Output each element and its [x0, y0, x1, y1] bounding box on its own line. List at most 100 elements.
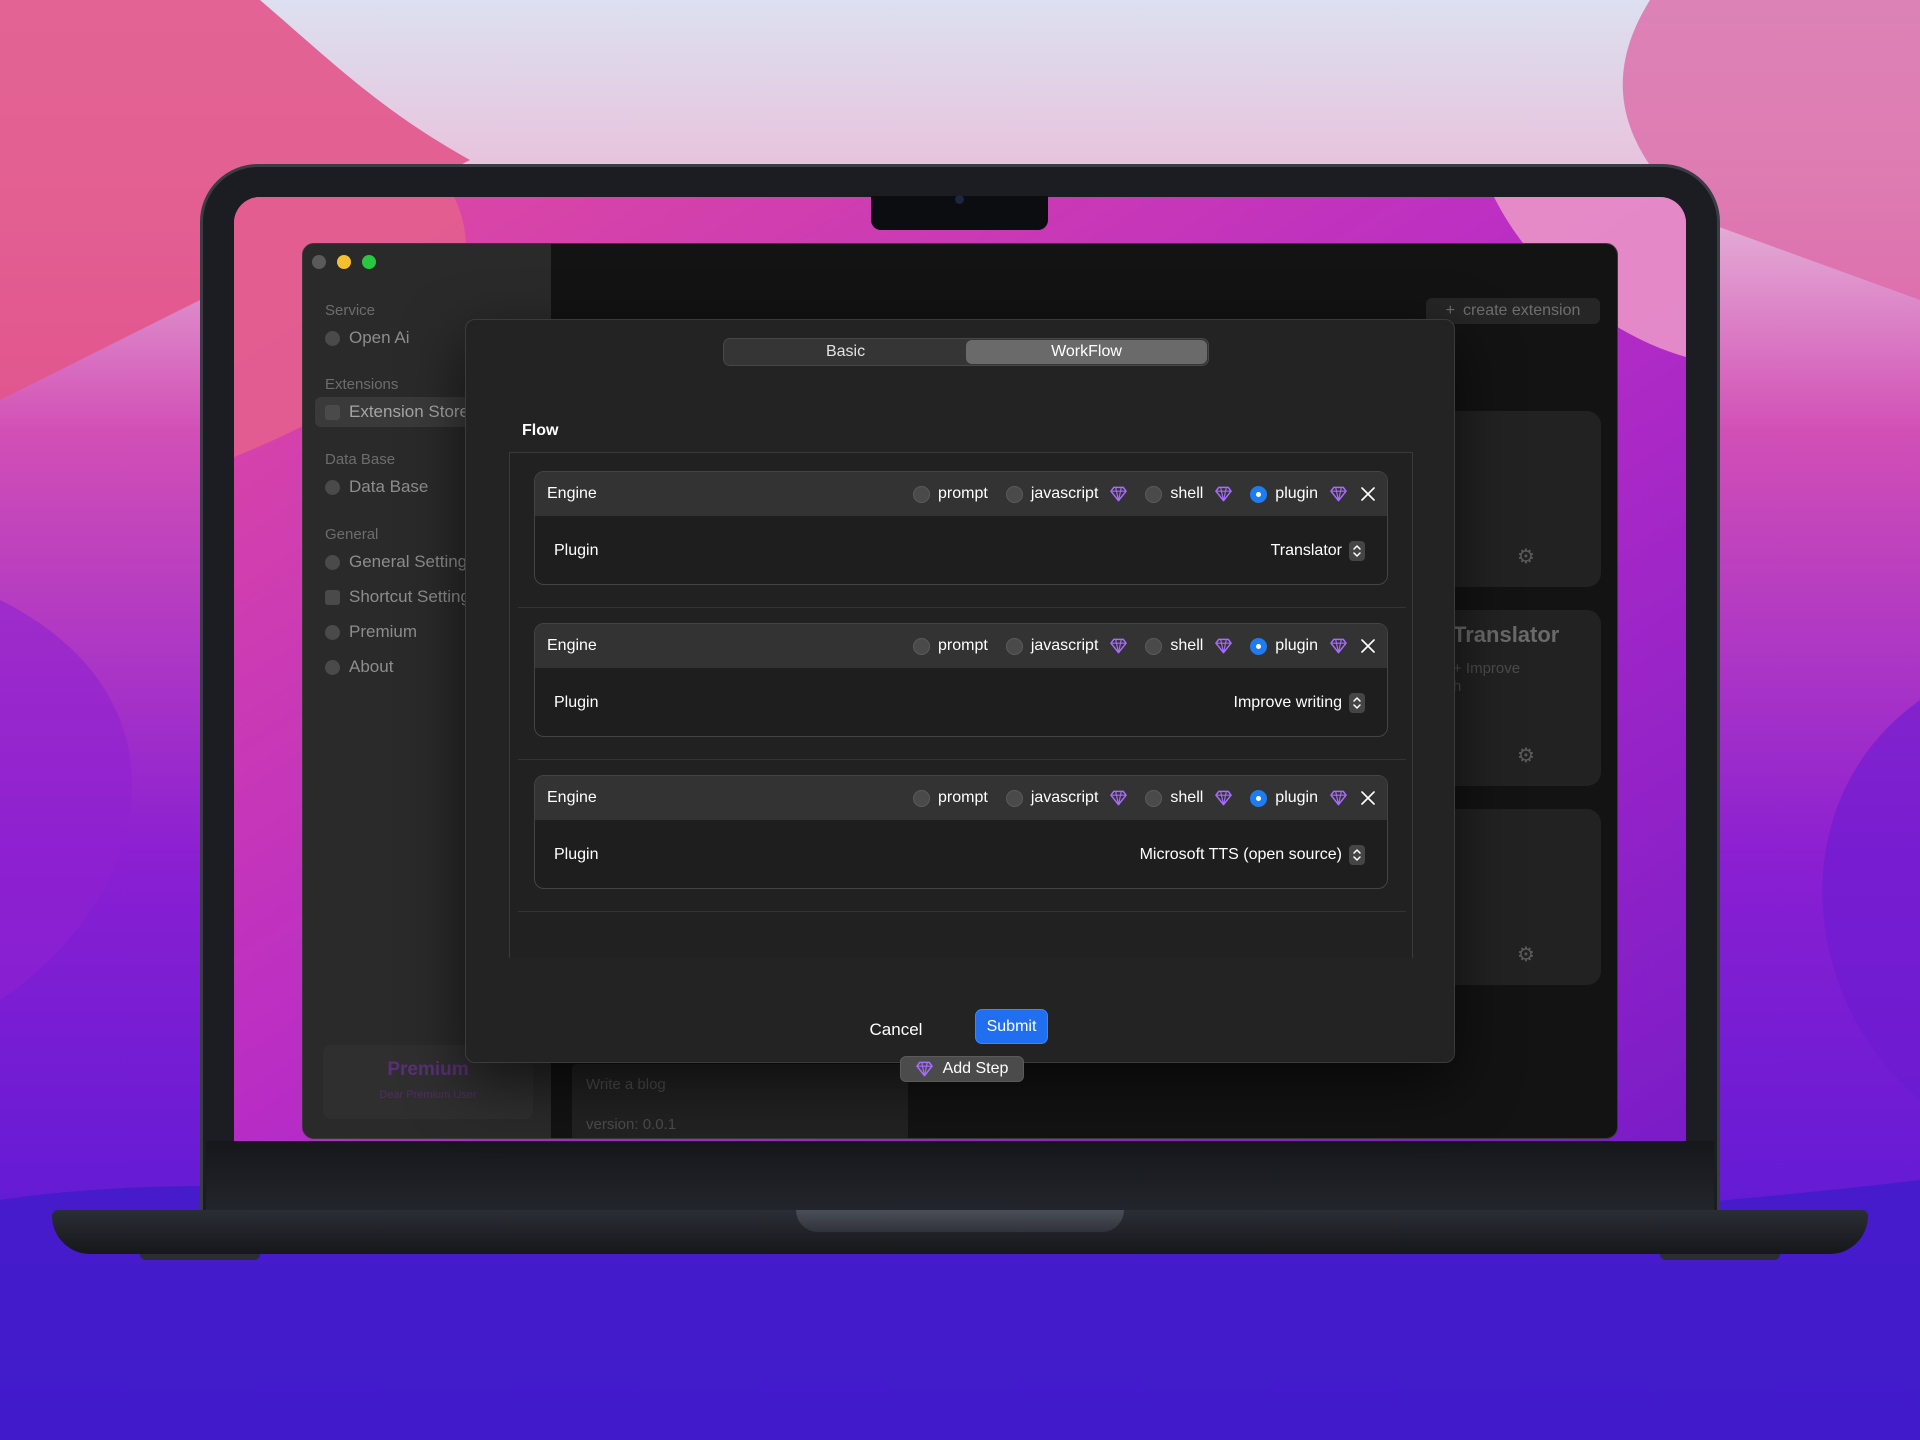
radio-button[interactable]: [1145, 485, 1163, 503]
submit-button[interactable]: Submit: [975, 1009, 1048, 1044]
plugin-label: Plugin: [554, 846, 599, 863]
engine-option-shell[interactable]: shell: [1145, 485, 1233, 503]
gem-icon: [1215, 486, 1233, 502]
camera-lens: [955, 195, 964, 204]
engine-option-plugin[interactable]: plugin: [1250, 789, 1347, 807]
add-step-button[interactable]: Add Step: [900, 1056, 1024, 1082]
minimize-window-button[interactable]: [337, 255, 351, 269]
sidebar-section-general: General: [325, 526, 379, 543]
sidebar-section-database: Data Base: [325, 451, 396, 468]
gem-icon: [1330, 486, 1347, 502]
premium-card-subtitle: Dear Premium User: [379, 1089, 477, 1101]
gear-icon[interactable]: ⚙: [1517, 544, 1535, 569]
plugin-label: Plugin: [554, 542, 599, 559]
gem-icon: [1110, 486, 1128, 502]
radio-button[interactable]: [1005, 637, 1023, 655]
engine-option-shell[interactable]: shell: [1145, 789, 1233, 807]
radio-button[interactable]: [1250, 485, 1268, 503]
create-extension-button[interactable]: + create extension: [1426, 298, 1600, 324]
engine-radio-group: prompt javascript shell plugin: [895, 485, 1347, 503]
engine-option-javascript[interactable]: javascript: [1005, 637, 1128, 655]
gear-icon[interactable]: ⚙: [1517, 942, 1535, 967]
radio-button[interactable]: [1250, 789, 1268, 807]
engine-radio-group: prompt javascript shell plugin: [895, 637, 1347, 655]
sidebar-item-label: Data Base: [349, 477, 429, 496]
radio-button[interactable]: [913, 485, 931, 503]
engine-option-prompt[interactable]: prompt: [913, 485, 988, 503]
gem-icon: [1330, 638, 1347, 654]
engine-option-label: prompt: [938, 485, 988, 502]
workflow-modal: Basic WorkFlow Flow Engine prompt javascri…: [465, 319, 1455, 1082]
engine-option-label: plugin: [1275, 637, 1318, 654]
step-plugin-row: Plugin Microsoft TTS (open source): [535, 820, 1387, 888]
sidebar-item-label: Extension Store: [349, 402, 470, 421]
radio-button[interactable]: [1005, 485, 1023, 503]
plugin-select[interactable]: Microsoft TTS (open source): [1140, 845, 1365, 865]
sidebar-item-label: Open Ai: [349, 328, 410, 347]
extension-card-version: version: 0.0.1: [586, 1116, 677, 1133]
flow-label: Flow: [522, 422, 559, 439]
engine-option-javascript[interactable]: javascript: [1005, 789, 1128, 807]
step-plugin-row: Plugin Translator: [535, 516, 1387, 584]
sidebar-section-service: Service: [325, 302, 376, 319]
radio-button[interactable]: [913, 637, 931, 655]
plugin-select[interactable]: Translator: [1271, 541, 1365, 561]
close-icon[interactable]: [1361, 639, 1375, 653]
engine-option-label: javascript: [1030, 485, 1099, 502]
engine-option-prompt[interactable]: prompt: [913, 789, 988, 807]
engine-option-javascript[interactable]: javascript: [1005, 485, 1128, 503]
step-plugin-row: Plugin Improve writing: [535, 668, 1387, 736]
step-divider: [518, 911, 1406, 912]
cancel-button[interactable]: Cancel: [856, 1015, 936, 1045]
engine-option-prompt[interactable]: prompt: [913, 637, 988, 655]
database-icon: [325, 479, 340, 495]
extension-card[interactable]: Write a blog version: 0.0.1: [572, 1064, 908, 1138]
extension-card-title: Translator: [1453, 622, 1560, 647]
workflow-step: Engine prompt javascript shell plugin Plugin T…: [534, 471, 1388, 585]
radio-button[interactable]: [1145, 789, 1163, 807]
tab-workflow[interactable]: WorkFlow: [966, 340, 1207, 364]
radio-button[interactable]: [1250, 637, 1268, 655]
sidebar-item-label: About: [349, 657, 394, 676]
zoom-window-button[interactable]: [362, 255, 376, 269]
stepper-icon: [1349, 845, 1365, 865]
laptop-base-notch: [796, 1210, 1124, 1232]
plugin-select-value: Microsoft TTS (open source): [1139, 846, 1342, 863]
sidebar-section-extensions: Extensions: [325, 376, 399, 393]
gear-icon[interactable]: ⚙: [1517, 743, 1535, 768]
engine-label: Engine: [547, 789, 597, 806]
engine-label: Engine: [547, 637, 597, 654]
step-engine-row: Engine prompt javascript shell plugin: [535, 624, 1387, 668]
gem-icon: [1110, 638, 1128, 654]
stepper-icon: [1349, 541, 1365, 561]
engine-option-shell[interactable]: shell: [1145, 637, 1233, 655]
add-step-label: Add Step: [942, 1060, 1009, 1077]
plugin-select[interactable]: Improve writing: [1234, 693, 1365, 713]
laptop-chin: [206, 1141, 1714, 1211]
workflow-step: Engine prompt javascript shell plugin Plugin I…: [534, 623, 1388, 737]
openai-icon: [325, 330, 340, 346]
engine-option-plugin[interactable]: plugin: [1250, 485, 1347, 503]
engine-option-label: plugin: [1275, 485, 1318, 502]
tab-basic[interactable]: Basic: [725, 340, 966, 364]
engine-label: Engine: [547, 485, 597, 502]
engine-option-plugin[interactable]: plugin: [1250, 637, 1347, 655]
engine-option-label: shell: [1170, 485, 1204, 502]
info-icon: [325, 659, 340, 675]
radio-button[interactable]: [913, 789, 931, 807]
close-window-button[interactable]: [312, 255, 326, 269]
step-engine-row: Engine prompt javascript shell plugin: [535, 776, 1387, 820]
engine-radio-group: prompt javascript shell plugin: [895, 789, 1347, 807]
gem-icon: [1215, 790, 1233, 806]
plus-icon: +: [1445, 302, 1455, 319]
close-icon[interactable]: [1361, 487, 1375, 501]
keyboard-icon: [325, 589, 340, 605]
radio-button[interactable]: [1145, 637, 1163, 655]
close-icon[interactable]: [1361, 791, 1375, 805]
radio-button[interactable]: [1005, 789, 1023, 807]
engine-option-label: prompt: [938, 637, 988, 654]
gear-icon: [325, 554, 340, 570]
sidebar-item-label: General Settings: [349, 552, 476, 571]
engine-option-label: javascript: [1030, 637, 1099, 654]
step-engine-row: Engine prompt javascript shell plugin: [535, 472, 1387, 516]
